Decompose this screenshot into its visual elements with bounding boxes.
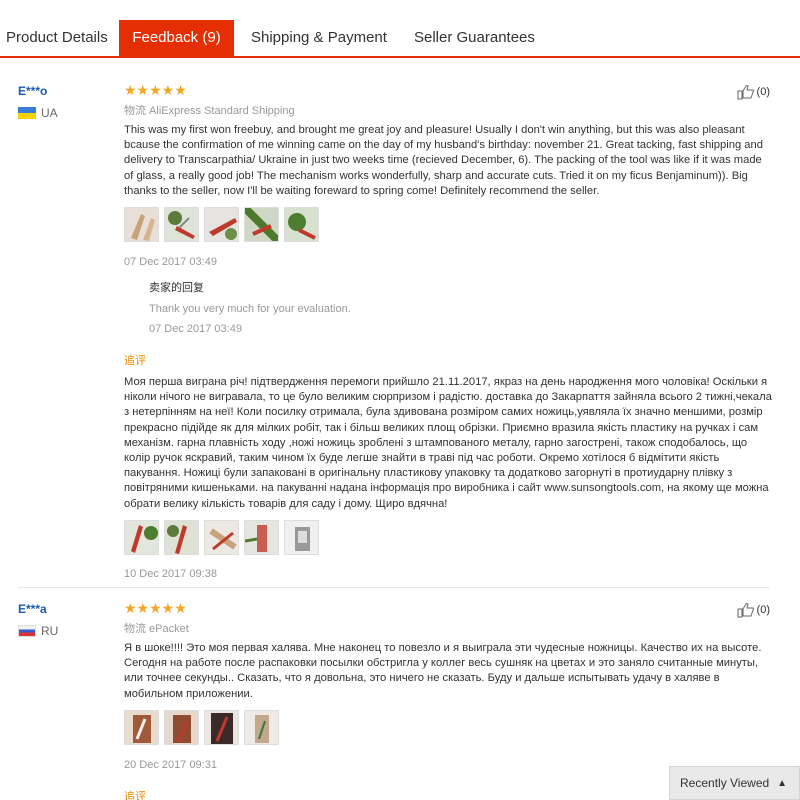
review-photo[interactable] xyxy=(124,207,159,242)
seller-reply-title: 卖家的回复 xyxy=(149,282,204,294)
shipping-method: 物流 ePacket xyxy=(124,623,189,635)
review-photos xyxy=(124,207,319,242)
country-code: UA xyxy=(41,106,58,120)
review-photos xyxy=(124,710,279,745)
thumbs-up-icon xyxy=(737,85,754,100)
review-text: This was my first won freebuy, and broug… xyxy=(124,124,763,197)
review-photo[interactable] xyxy=(204,710,239,745)
review-item: E***a RU ★★★★★ 物流 ePacket Я в шоке!!!! Э… xyxy=(18,598,770,800)
followup-photos xyxy=(124,520,319,555)
ukraine-flag-icon xyxy=(18,107,36,119)
tab-shipping-payment[interactable]: Shipping & Payment xyxy=(251,20,387,56)
review-photo[interactable] xyxy=(164,710,199,745)
star-rating: ★★★★★ xyxy=(124,600,187,616)
reviewer-name: E***a xyxy=(18,602,47,616)
helpful-count: (0) xyxy=(756,604,770,616)
review-item: E***o UA ★★★★★ 物流 AliExpress Standard Sh… xyxy=(18,80,772,588)
followup-text: Моя перша виграна річ! підтвердження пер… xyxy=(124,376,772,510)
tab-feedback[interactable]: Feedback (9) xyxy=(119,20,234,58)
followup-date: 10 Dec 2017 09:38 xyxy=(124,568,217,580)
helpful-button[interactable]: (0) xyxy=(737,602,770,618)
review-date: 20 Dec 2017 09:31 xyxy=(124,759,217,771)
review-photo[interactable] xyxy=(164,207,199,242)
review-photo[interactable] xyxy=(284,207,319,242)
chevron-up-icon: ▲ xyxy=(777,777,788,789)
tab-seller-guarantees[interactable]: Seller Guarantees xyxy=(414,20,535,56)
followup-label: 追评 xyxy=(124,791,146,800)
shipping-method: 物流 AliExpress Standard Shipping xyxy=(124,105,295,117)
review-photo[interactable] xyxy=(164,520,199,555)
review-photo[interactable] xyxy=(244,710,279,745)
review-date: 07 Dec 2017 03:49 xyxy=(124,256,217,268)
tab-bar: Product Details Feedback (9) Shipping & … xyxy=(0,0,800,58)
thumbs-up-icon xyxy=(737,603,754,618)
reviewer-name: E***o xyxy=(18,84,48,98)
recently-viewed-label: Recently Viewed xyxy=(680,776,770,790)
review-photo[interactable] xyxy=(124,520,159,555)
followup-label: 追评 xyxy=(124,355,146,367)
helpful-count: (0) xyxy=(756,86,770,98)
review-photo[interactable] xyxy=(284,520,319,555)
tab-product-details[interactable]: Product Details xyxy=(6,20,108,56)
review-photo[interactable] xyxy=(244,207,279,242)
review-photo[interactable] xyxy=(204,207,239,242)
star-rating: ★★★★★ xyxy=(124,82,187,98)
helpful-button[interactable]: (0) xyxy=(737,84,770,100)
seller-reply: 卖家的回复 Thank you very much for your evalu… xyxy=(149,279,351,335)
russia-flag-icon xyxy=(18,625,36,637)
review-text: Я в шоке!!!! Это моя первая халява. Мне … xyxy=(124,642,762,700)
seller-reply-text: Thank you very much for your evaluation. xyxy=(149,303,351,315)
review-photo[interactable] xyxy=(124,710,159,745)
reviewer-country: UA xyxy=(18,106,58,120)
review-photo[interactable] xyxy=(204,520,239,555)
review-photo[interactable] xyxy=(244,520,279,555)
country-code: RU xyxy=(41,624,59,638)
seller-reply-date: 07 Dec 2017 03:49 xyxy=(149,323,242,335)
recently-viewed-button[interactable]: Recently Viewed ▲ xyxy=(669,766,800,800)
reviewer-country: RU xyxy=(18,624,58,638)
